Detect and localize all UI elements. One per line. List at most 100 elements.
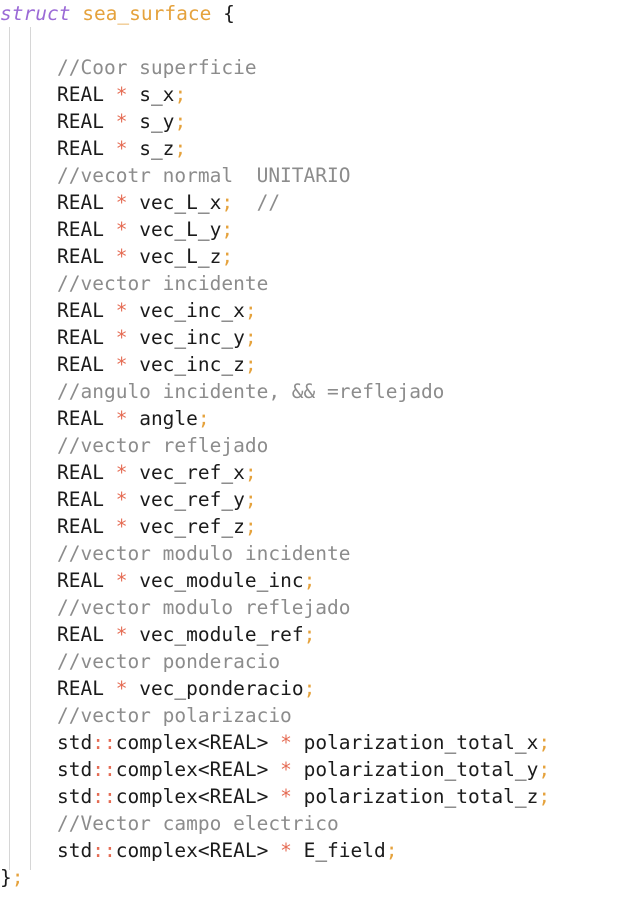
struct-header-line: struct sea_surface { xyxy=(0,0,235,27)
open-brace: { xyxy=(211,2,235,25)
declaration-line: REAL * vec_inc_z; xyxy=(0,351,257,378)
close-semicolon: ; xyxy=(11,866,24,889)
declaration-line: std::complex<REAL> * polarization_total_… xyxy=(0,783,550,810)
pointer-operator: * xyxy=(103,137,140,160)
semicolon: ; xyxy=(538,785,551,808)
declaration-line: REAL * vec_inc_x; xyxy=(0,297,257,324)
declaration-line: REAL * vec_inc_y; xyxy=(0,324,257,351)
pointer-operator: * xyxy=(103,245,140,268)
comment-line: //vecotr normal UNITARIO xyxy=(0,162,351,189)
declaration-line: REAL * angle; xyxy=(0,405,210,432)
struct-keyword: struct xyxy=(0,2,71,25)
semicolon: ; xyxy=(303,569,316,592)
field-name: vec_inc_z xyxy=(139,353,245,376)
field-name: vec_module_ref xyxy=(139,623,304,646)
comment-text: //vector ponderacio xyxy=(57,650,281,673)
type-name: REAL xyxy=(57,488,104,511)
comment-line: //vector polarizacio xyxy=(0,702,292,729)
semicolon: ; xyxy=(385,839,398,862)
namespace-name: std xyxy=(57,731,93,754)
trailing-comment: // xyxy=(233,191,281,214)
comment-line: //Coor superficie xyxy=(0,54,257,81)
field-name: s_x xyxy=(139,83,175,106)
semicolon: ; xyxy=(244,299,257,322)
type-name: complex<REAL> xyxy=(115,785,269,808)
declaration-line: REAL * vec_L_z; xyxy=(0,243,233,270)
scope-operator: :: xyxy=(92,839,116,862)
pointer-operator: * xyxy=(103,110,140,133)
pointer-operator: * xyxy=(103,326,140,349)
semicolon: ; xyxy=(174,83,187,106)
semicolon: ; xyxy=(538,758,551,781)
field-name: s_z xyxy=(139,137,175,160)
comment-line: //Vector campo electrico xyxy=(0,810,339,837)
pointer-operator: * xyxy=(103,515,140,538)
field-name: angle xyxy=(139,407,198,430)
declaration-line: REAL * vec_L_x; // xyxy=(0,189,280,216)
field-name: polarization_total_x xyxy=(303,731,539,754)
pointer-operator: * xyxy=(103,569,140,592)
field-name: vec_inc_x xyxy=(139,299,245,322)
comment-text: //angulo incidente, && =reflejado xyxy=(57,380,445,403)
semicolon: ; xyxy=(221,218,234,241)
type-name: REAL xyxy=(57,245,104,268)
struct-name: sea_surface xyxy=(82,2,212,25)
comment-text: //Coor superficie xyxy=(57,56,257,79)
code-editor[interactable]: struct sea_surface { //Coor superficie RE… xyxy=(0,0,633,900)
type-name: REAL xyxy=(57,83,104,106)
declaration-line: REAL * s_z; xyxy=(0,135,186,162)
comment-line: //vector ponderacio xyxy=(0,648,280,675)
declaration-line: std::complex<REAL> * E_field; xyxy=(0,837,398,864)
pointer-operator: * xyxy=(103,83,140,106)
type-name: REAL xyxy=(57,461,104,484)
comment-text: //vector reflejado xyxy=(57,434,269,457)
semicolon: ; xyxy=(303,623,316,646)
semicolon: ; xyxy=(244,353,257,376)
field-name: vec_ref_x xyxy=(139,461,245,484)
declaration-line: REAL * vec_ref_z; xyxy=(0,513,257,540)
semicolon: ; xyxy=(197,407,210,430)
pointer-operator: * xyxy=(103,677,140,700)
declaration-line: REAL * vec_module_inc; xyxy=(0,567,315,594)
declaration-line: REAL * s_x; xyxy=(0,81,186,108)
type-name: complex<REAL> xyxy=(115,758,269,781)
semicolon: ; xyxy=(244,488,257,511)
field-name: vec_L_z xyxy=(139,245,222,268)
type-name: complex<REAL> xyxy=(115,731,269,754)
comment-line: //vector reflejado xyxy=(0,432,268,459)
semicolon: ; xyxy=(244,515,257,538)
scope-operator: :: xyxy=(92,731,116,754)
namespace-name: std xyxy=(57,785,93,808)
semicolon: ; xyxy=(538,731,551,754)
declaration-line: REAL * vec_module_ref; xyxy=(0,621,315,648)
scope-operator: :: xyxy=(92,785,116,808)
type-name: REAL xyxy=(57,137,104,160)
comment-text: //vecotr normal UNITARIO xyxy=(57,164,351,187)
declaration-line: REAL * vec_ref_y; xyxy=(0,486,257,513)
comment-text: //vector polarizacio xyxy=(57,704,292,727)
semicolon: ; xyxy=(221,245,234,268)
namespace-name: std xyxy=(57,758,93,781)
type-name: REAL xyxy=(57,569,104,592)
declaration-line: REAL * vec_ponderacio; xyxy=(0,675,315,702)
type-name: REAL xyxy=(57,326,104,349)
comment-text: //vector incidente xyxy=(57,272,269,295)
type-name: complex<REAL> xyxy=(115,839,269,862)
pointer-operator: * xyxy=(103,218,140,241)
declaration-line: std::complex<REAL> * polarization_total_… xyxy=(0,756,550,783)
declaration-line: REAL * vec_L_y; xyxy=(0,216,233,243)
type-name: REAL xyxy=(57,515,104,538)
pointer-operator: * xyxy=(268,839,304,862)
scope-operator: :: xyxy=(92,758,116,781)
field-name: polarization_total_y xyxy=(303,758,539,781)
declaration-line: REAL * s_y; xyxy=(0,108,186,135)
struct-close-line: }; xyxy=(0,864,24,891)
field-name: vec_L_y xyxy=(139,218,222,241)
field-name: vec_inc_y xyxy=(139,326,245,349)
field-name: vec_L_x xyxy=(139,191,222,214)
namespace-name: std xyxy=(57,839,93,862)
comment-text: //vector modulo reflejado xyxy=(57,596,351,619)
type-name: REAL xyxy=(57,623,104,646)
type-name: REAL xyxy=(57,218,104,241)
